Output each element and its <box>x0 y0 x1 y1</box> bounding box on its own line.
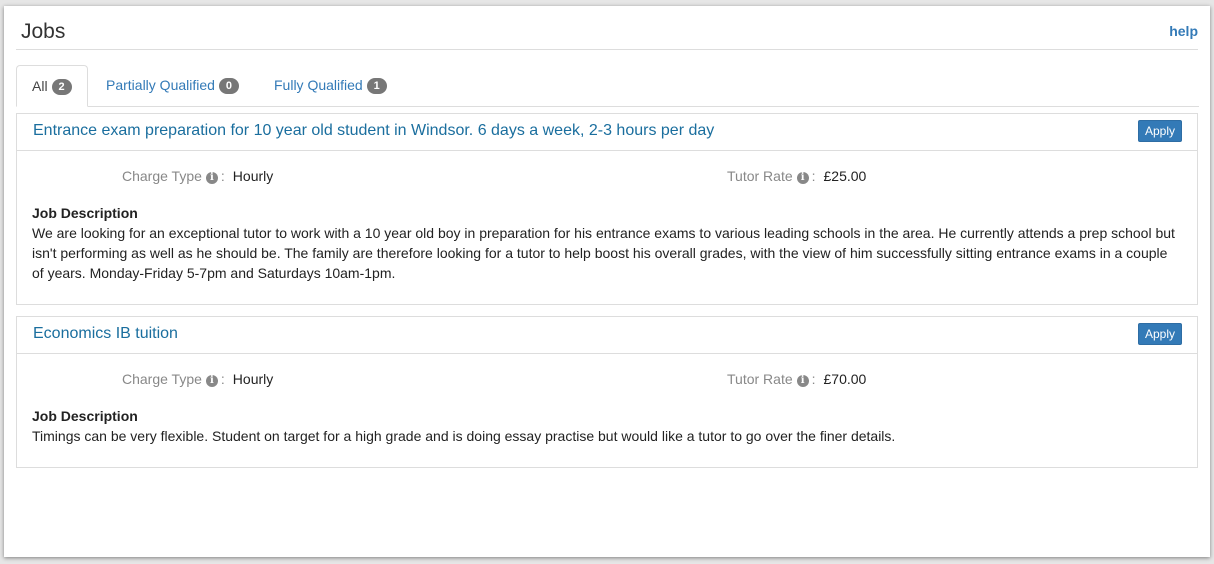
help-link[interactable]: help <box>1169 23 1198 39</box>
page-title: Jobs <box>21 20 66 43</box>
job-card: Entrance exam preparation for 10 year ol… <box>16 113 1198 305</box>
tab-all[interactable]: All 2 <box>16 65 88 107</box>
tab-label: Partially Qualified <box>106 77 215 93</box>
tutor-rate-field: Tutor Rate i: £25.00 <box>727 168 867 184</box>
charge-type-field: Charge Type i: Hourly <box>122 371 274 387</box>
tab-partially-qualified[interactable]: Partially Qualified 0 <box>91 65 254 106</box>
tutor-rate-value: £25.00 <box>823 168 867 184</box>
tutor-rate-label: Tutor Rate <box>727 371 793 387</box>
tab-label: Fully Qualified <box>274 77 363 93</box>
job-title-link[interactable]: Entrance exam preparation for 10 year ol… <box>33 122 714 140</box>
job-card: Economics IB tuition Apply Charge Type i:… <box>16 316 1198 468</box>
tab-fully-qualified[interactable]: Fully Qualified 1 <box>259 65 402 106</box>
job-fields: Charge Type i: Hourly Tutor Rate i: £25.00 <box>17 151 1197 195</box>
info-icon[interactable]: i <box>205 172 218 184</box>
job-description-text: Timings can be very flexible. Student on… <box>32 428 896 444</box>
job-description-heading: Job Description <box>32 205 138 221</box>
job-description: Job Description We are looking for an ex… <box>17 195 1197 283</box>
job-description-heading: Job Description <box>32 408 138 424</box>
job-header: Economics IB tuition Apply <box>17 317 1197 354</box>
tutor-rate-field: Tutor Rate i: £70.00 <box>727 371 867 387</box>
job-description: Job Description Timings can be very flex… <box>17 398 1197 446</box>
count-badge: 1 <box>366 78 387 94</box>
job-description-text: We are looking for an exceptional tutor … <box>32 225 1175 281</box>
jobs-panel: Jobs help All 2 Partially Qualified 0 Full… <box>4 6 1210 557</box>
charge-type-label: Charge Type <box>122 168 202 184</box>
job-fields: Charge Type i: Hourly Tutor Rate i: £70.00 <box>17 354 1197 398</box>
count-badge: 2 <box>51 79 72 95</box>
charge-type-value: Hourly <box>232 168 274 184</box>
info-icon[interactable]: i <box>796 172 809 184</box>
info-icon[interactable]: i <box>205 375 218 387</box>
apply-button[interactable]: Apply <box>1137 323 1182 345</box>
count-badge: 0 <box>218 78 239 94</box>
tutor-rate-label: Tutor Rate <box>727 168 793 184</box>
info-icon[interactable]: i <box>796 375 809 387</box>
job-filter-tabs: All 2 Partially Qualified 0 Fully Qualifie… <box>16 65 1199 107</box>
job-header: Entrance exam preparation for 10 year ol… <box>17 114 1197 151</box>
charge-type-value: Hourly <box>232 371 274 387</box>
job-title-link[interactable]: Economics IB tuition <box>33 325 178 343</box>
tutor-rate-value: £70.00 <box>823 371 867 387</box>
apply-button[interactable]: Apply <box>1137 120 1182 142</box>
charge-type-field: Charge Type i: Hourly <box>122 168 274 184</box>
page-header: Jobs help <box>16 6 1198 50</box>
tab-label: All <box>32 78 48 94</box>
charge-type-label: Charge Type <box>122 371 202 387</box>
